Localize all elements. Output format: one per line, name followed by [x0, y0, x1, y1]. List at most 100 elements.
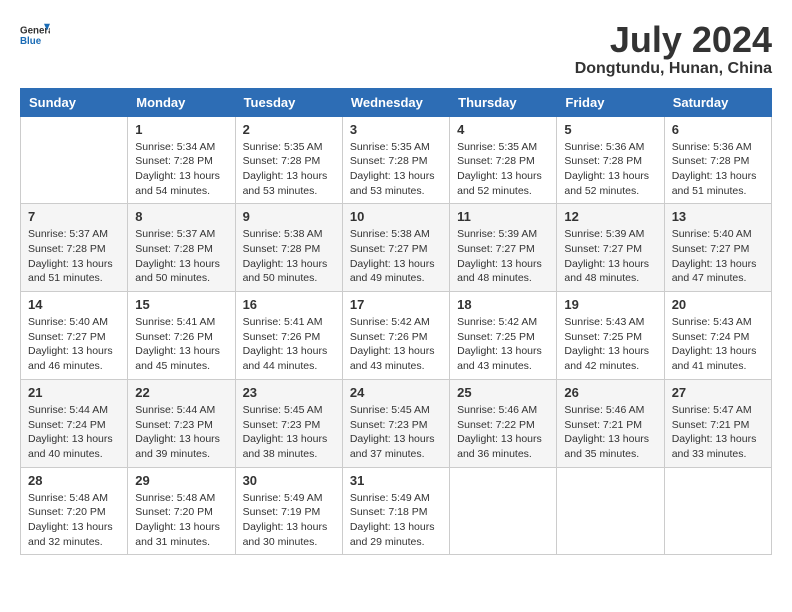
- calendar-week-row: 1 Sunrise: 5:34 AM Sunset: 7:28 PM Dayli…: [21, 116, 772, 204]
- table-row: 28 Sunrise: 5:48 AM Sunset: 7:20 PM Dayl…: [21, 467, 128, 555]
- sunset-text: Sunset: 7:21 PM: [564, 419, 642, 431]
- day-info: Sunrise: 5:37 AM Sunset: 7:28 PM Dayligh…: [135, 227, 227, 286]
- sunset-text: Sunset: 7:18 PM: [350, 506, 428, 518]
- day-info: Sunrise: 5:46 AM Sunset: 7:22 PM Dayligh…: [457, 403, 549, 462]
- sunrise-text: Sunrise: 5:37 AM: [28, 228, 108, 240]
- header-friday: Friday: [557, 88, 664, 116]
- day-number: 16: [243, 297, 335, 312]
- sunrise-text: Sunrise: 5:41 AM: [243, 316, 323, 328]
- sunrise-text: Sunrise: 5:35 AM: [350, 141, 430, 153]
- sunset-text: Sunset: 7:28 PM: [135, 155, 213, 167]
- daylight-text: Daylight: 13 hours and 53 minutes.: [243, 170, 328, 197]
- header-tuesday: Tuesday: [235, 88, 342, 116]
- table-row: 6 Sunrise: 5:36 AM Sunset: 7:28 PM Dayli…: [664, 116, 771, 204]
- daylight-text: Daylight: 13 hours and 37 minutes.: [350, 433, 435, 460]
- table-row: 30 Sunrise: 5:49 AM Sunset: 7:19 PM Dayl…: [235, 467, 342, 555]
- day-info: Sunrise: 5:40 AM Sunset: 7:27 PM Dayligh…: [672, 227, 764, 286]
- page-header: General Blue July 2024 Dongtundu, Hunan,…: [20, 20, 772, 78]
- day-number: 28: [28, 473, 120, 488]
- day-info: Sunrise: 5:44 AM Sunset: 7:23 PM Dayligh…: [135, 403, 227, 462]
- sunset-text: Sunset: 7:27 PM: [457, 243, 535, 255]
- day-info: Sunrise: 5:45 AM Sunset: 7:23 PM Dayligh…: [243, 403, 335, 462]
- day-number: 8: [135, 209, 227, 224]
- day-info: Sunrise: 5:49 AM Sunset: 7:18 PM Dayligh…: [350, 491, 442, 550]
- sunrise-text: Sunrise: 5:40 AM: [672, 228, 752, 240]
- daylight-text: Daylight: 13 hours and 47 minutes.: [672, 258, 757, 285]
- daylight-text: Daylight: 13 hours and 52 minutes.: [564, 170, 649, 197]
- sunrise-text: Sunrise: 5:40 AM: [28, 316, 108, 328]
- day-info: Sunrise: 5:38 AM Sunset: 7:27 PM Dayligh…: [350, 227, 442, 286]
- header-saturday: Saturday: [664, 88, 771, 116]
- sunrise-text: Sunrise: 5:45 AM: [243, 404, 323, 416]
- daylight-text: Daylight: 13 hours and 30 minutes.: [243, 521, 328, 548]
- table-row: 23 Sunrise: 5:45 AM Sunset: 7:23 PM Dayl…: [235, 379, 342, 467]
- day-number: 2: [243, 122, 335, 137]
- day-info: Sunrise: 5:37 AM Sunset: 7:28 PM Dayligh…: [28, 227, 120, 286]
- sunset-text: Sunset: 7:20 PM: [28, 506, 106, 518]
- day-number: 10: [350, 209, 442, 224]
- day-info: Sunrise: 5:43 AM Sunset: 7:24 PM Dayligh…: [672, 315, 764, 374]
- table-row: 19 Sunrise: 5:43 AM Sunset: 7:25 PM Dayl…: [557, 292, 664, 380]
- table-row: 22 Sunrise: 5:44 AM Sunset: 7:23 PM Dayl…: [128, 379, 235, 467]
- day-number: 19: [564, 297, 656, 312]
- day-number: 18: [457, 297, 549, 312]
- sunrise-text: Sunrise: 5:47 AM: [672, 404, 752, 416]
- table-row: 9 Sunrise: 5:38 AM Sunset: 7:28 PM Dayli…: [235, 204, 342, 292]
- calendar-week-row: 28 Sunrise: 5:48 AM Sunset: 7:20 PM Dayl…: [21, 467, 772, 555]
- daylight-text: Daylight: 13 hours and 50 minutes.: [243, 258, 328, 285]
- sunset-text: Sunset: 7:23 PM: [135, 419, 213, 431]
- sunset-text: Sunset: 7:28 PM: [243, 155, 321, 167]
- day-info: Sunrise: 5:39 AM Sunset: 7:27 PM Dayligh…: [564, 227, 656, 286]
- table-row: 24 Sunrise: 5:45 AM Sunset: 7:23 PM Dayl…: [342, 379, 449, 467]
- day-info: Sunrise: 5:48 AM Sunset: 7:20 PM Dayligh…: [135, 491, 227, 550]
- day-info: Sunrise: 5:48 AM Sunset: 7:20 PM Dayligh…: [28, 491, 120, 550]
- day-number: 4: [457, 122, 549, 137]
- day-number: 23: [243, 385, 335, 400]
- sunset-text: Sunset: 7:27 PM: [28, 331, 106, 343]
- daylight-text: Daylight: 13 hours and 29 minutes.: [350, 521, 435, 548]
- table-row: 13 Sunrise: 5:40 AM Sunset: 7:27 PM Dayl…: [664, 204, 771, 292]
- sunrise-text: Sunrise: 5:45 AM: [350, 404, 430, 416]
- table-row: 8 Sunrise: 5:37 AM Sunset: 7:28 PM Dayli…: [128, 204, 235, 292]
- sunrise-text: Sunrise: 5:38 AM: [243, 228, 323, 240]
- day-info: Sunrise: 5:49 AM Sunset: 7:19 PM Dayligh…: [243, 491, 335, 550]
- table-row: 2 Sunrise: 5:35 AM Sunset: 7:28 PM Dayli…: [235, 116, 342, 204]
- daylight-text: Daylight: 13 hours and 48 minutes.: [564, 258, 649, 285]
- daylight-text: Daylight: 13 hours and 53 minutes.: [350, 170, 435, 197]
- day-number: 1: [135, 122, 227, 137]
- day-number: 12: [564, 209, 656, 224]
- sunset-text: Sunset: 7:28 PM: [243, 243, 321, 255]
- day-number: 25: [457, 385, 549, 400]
- sunrise-text: Sunrise: 5:36 AM: [564, 141, 644, 153]
- daylight-text: Daylight: 13 hours and 43 minutes.: [457, 345, 542, 372]
- day-number: 31: [350, 473, 442, 488]
- sunset-text: Sunset: 7:28 PM: [135, 243, 213, 255]
- table-row: 21 Sunrise: 5:44 AM Sunset: 7:24 PM Dayl…: [21, 379, 128, 467]
- sunset-text: Sunset: 7:25 PM: [457, 331, 535, 343]
- table-row: [557, 467, 664, 555]
- day-number: 14: [28, 297, 120, 312]
- header-wednesday: Wednesday: [342, 88, 449, 116]
- day-number: 3: [350, 122, 442, 137]
- sunrise-text: Sunrise: 5:46 AM: [457, 404, 537, 416]
- sunset-text: Sunset: 7:24 PM: [28, 419, 106, 431]
- logo: General Blue: [20, 20, 52, 50]
- table-row: 4 Sunrise: 5:35 AM Sunset: 7:28 PM Dayli…: [450, 116, 557, 204]
- table-row: 11 Sunrise: 5:39 AM Sunset: 7:27 PM Dayl…: [450, 204, 557, 292]
- daylight-text: Daylight: 13 hours and 51 minutes.: [672, 170, 757, 197]
- calendar-week-row: 21 Sunrise: 5:44 AM Sunset: 7:24 PM Dayl…: [21, 379, 772, 467]
- day-info: Sunrise: 5:39 AM Sunset: 7:27 PM Dayligh…: [457, 227, 549, 286]
- day-number: 13: [672, 209, 764, 224]
- daylight-text: Daylight: 13 hours and 45 minutes.: [135, 345, 220, 372]
- sunrise-text: Sunrise: 5:34 AM: [135, 141, 215, 153]
- sunrise-text: Sunrise: 5:35 AM: [243, 141, 323, 153]
- sunset-text: Sunset: 7:26 PM: [350, 331, 428, 343]
- weekday-header-row: Sunday Monday Tuesday Wednesday Thursday…: [21, 88, 772, 116]
- day-info: Sunrise: 5:36 AM Sunset: 7:28 PM Dayligh…: [672, 140, 764, 199]
- daylight-text: Daylight: 13 hours and 31 minutes.: [135, 521, 220, 548]
- sunset-text: Sunset: 7:19 PM: [243, 506, 321, 518]
- sunset-text: Sunset: 7:28 PM: [457, 155, 535, 167]
- svg-text:Blue: Blue: [20, 36, 42, 47]
- day-info: Sunrise: 5:46 AM Sunset: 7:21 PM Dayligh…: [564, 403, 656, 462]
- month-year-title: July 2024: [575, 20, 772, 60]
